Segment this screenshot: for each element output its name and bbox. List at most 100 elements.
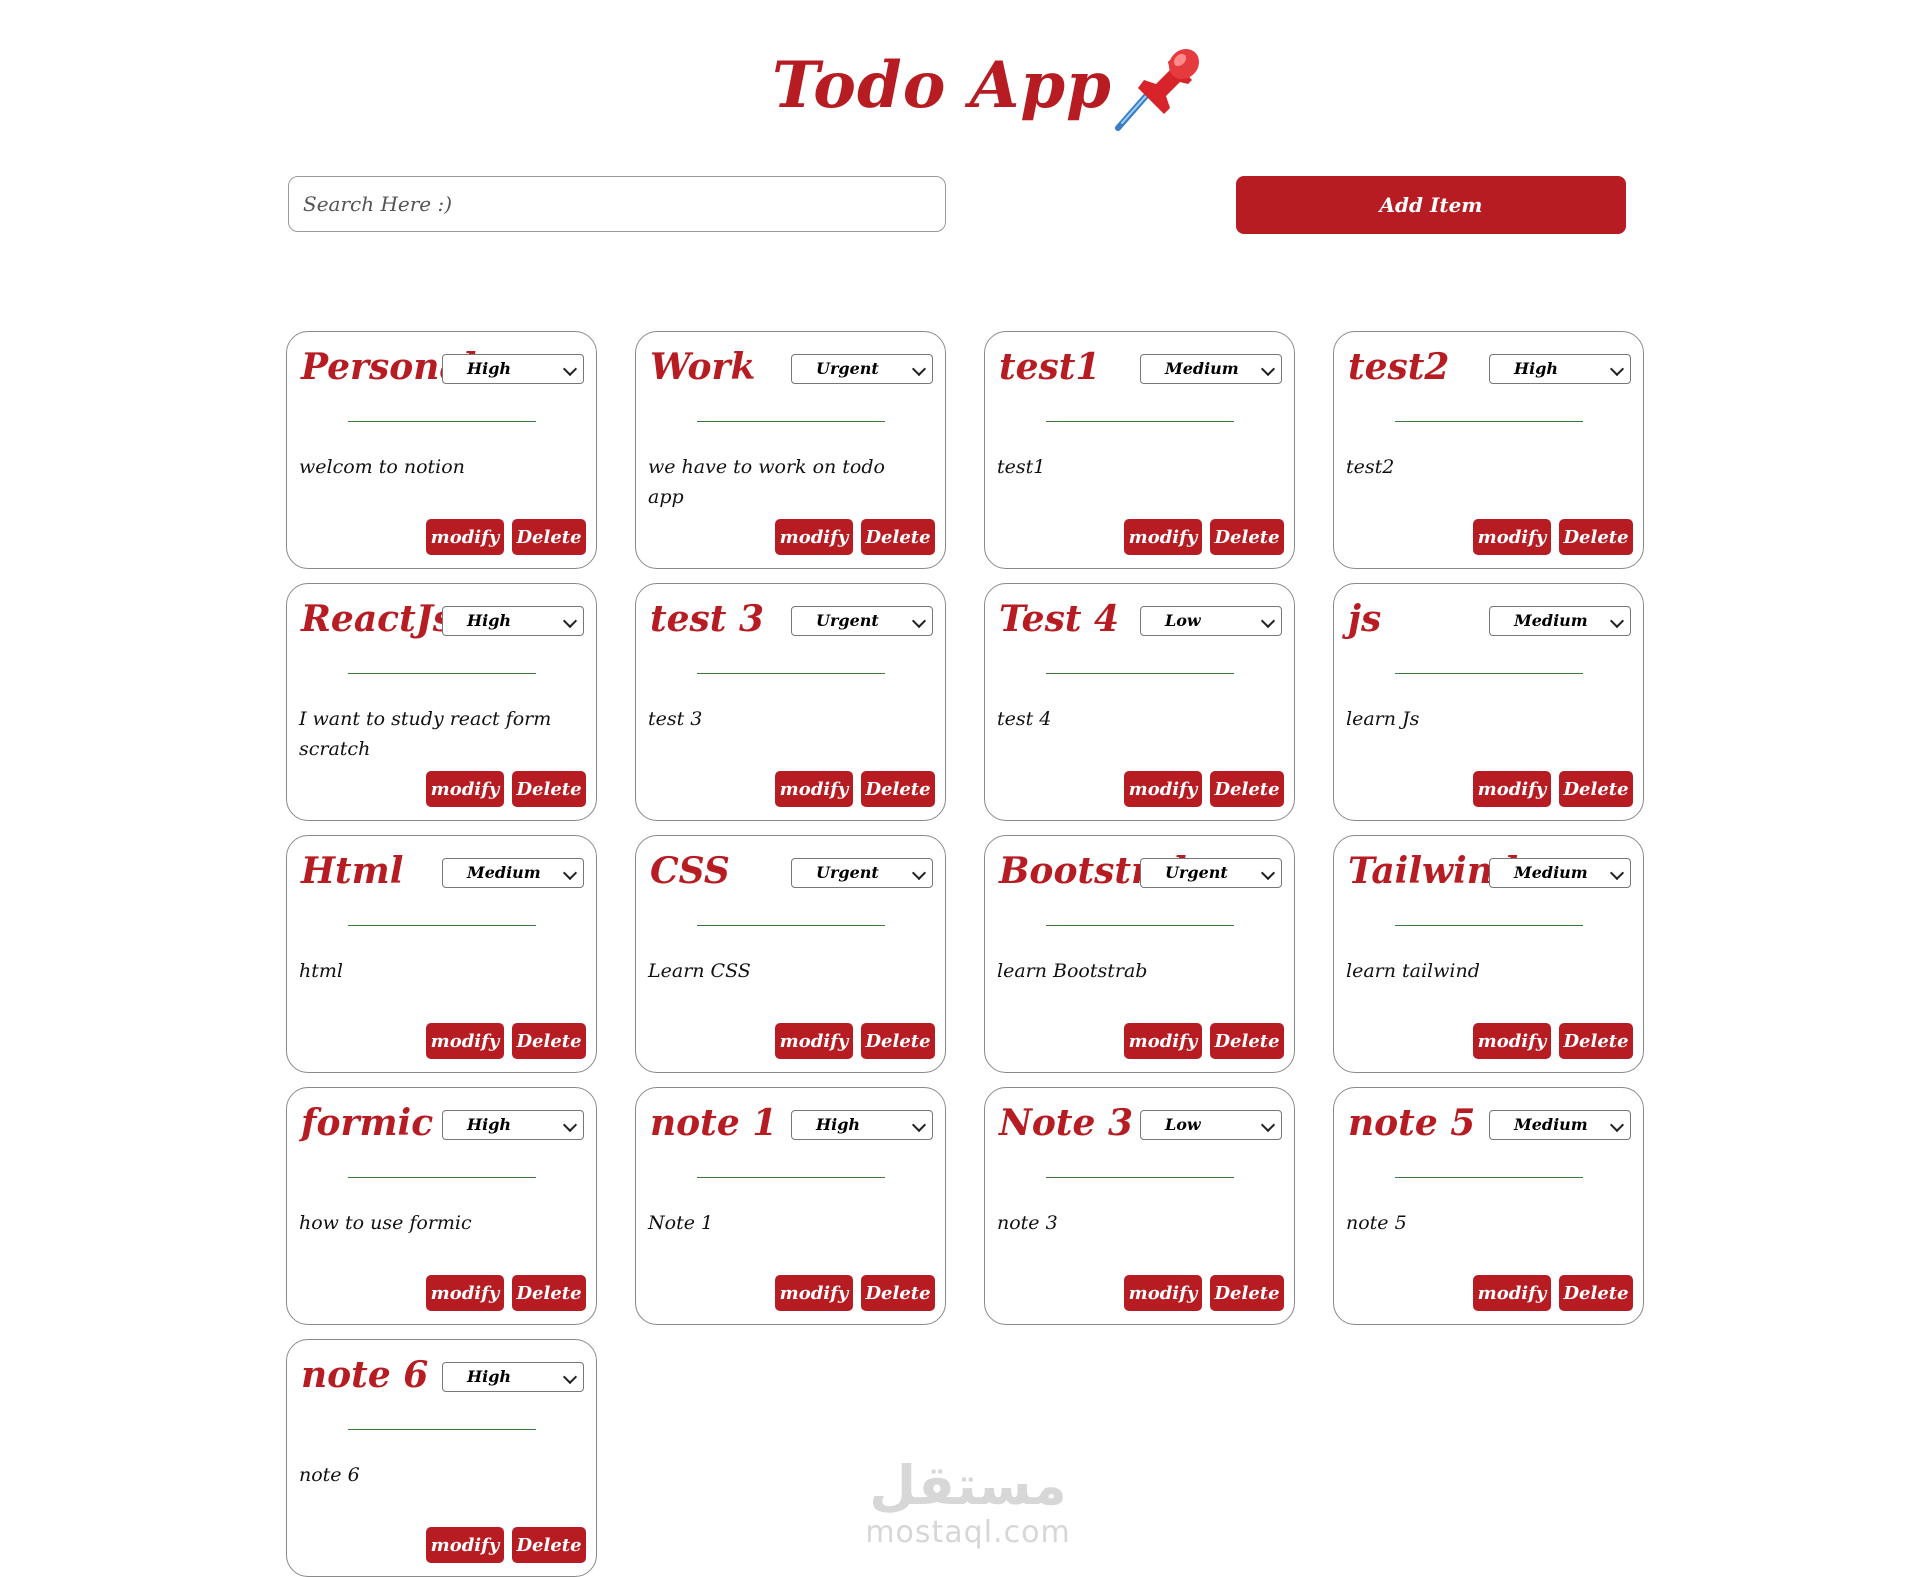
delete-button[interactable]: Delete: [1210, 1275, 1284, 1311]
app-header: Todo App: [0, 38, 1920, 148]
chevron-down-icon: [1260, 613, 1276, 629]
modify-button[interactable]: modify: [775, 771, 853, 807]
todo-grid: Personal High welcom to notion modify Delete…: [286, 331, 1646, 1577]
priority-select[interactable]: High: [442, 606, 584, 636]
todo-description: test1: [997, 456, 1046, 478]
delete-button[interactable]: Delete: [1559, 771, 1633, 807]
delete-button[interactable]: Delete: [1559, 519, 1633, 555]
modify-button[interactable]: modify: [1124, 1275, 1202, 1311]
priority-select[interactable]: Low: [1140, 606, 1282, 636]
modify-button[interactable]: modify: [775, 519, 853, 555]
chevron-down-icon: [1260, 865, 1276, 881]
priority-select[interactable]: High: [442, 1362, 584, 1392]
delete-button[interactable]: Delete: [861, 519, 935, 555]
chevron-down-icon: [562, 1369, 578, 1385]
todo-title: test2: [1348, 346, 1450, 388]
modify-button[interactable]: modify: [426, 1275, 504, 1311]
divider: [348, 421, 536, 422]
priority-value: Urgent: [816, 611, 879, 630]
delete-button[interactable]: Delete: [861, 1275, 935, 1311]
todo-description: test 3: [648, 708, 703, 730]
divider: [348, 1429, 536, 1430]
todo-card: ReactJs High I want to study react form sc…: [286, 583, 597, 821]
priority-select[interactable]: High: [791, 1110, 933, 1140]
priority-select[interactable]: Medium: [1489, 606, 1631, 636]
modify-button[interactable]: modify: [775, 1023, 853, 1059]
todo-title: ReactJs: [301, 598, 453, 640]
todo-title: Html: [301, 850, 404, 892]
modify-button[interactable]: modify: [775, 1275, 853, 1311]
delete-button[interactable]: Delete: [1210, 771, 1284, 807]
priority-select[interactable]: Medium: [1140, 354, 1282, 384]
modify-button[interactable]: modify: [1473, 1275, 1551, 1311]
priority-select[interactable]: Medium: [1489, 858, 1631, 888]
divider: [1046, 1177, 1234, 1178]
divider: [348, 673, 536, 674]
page-title: Todo App: [772, 48, 1112, 123]
todo-description: test 4: [997, 708, 1052, 730]
modify-button[interactable]: modify: [1473, 1023, 1551, 1059]
delete-button[interactable]: Delete: [512, 519, 586, 555]
chevron-down-icon: [911, 361, 927, 377]
priority-select[interactable]: Urgent: [791, 354, 933, 384]
delete-button[interactable]: Delete: [512, 1023, 586, 1059]
todo-description: html: [299, 960, 343, 982]
delete-button[interactable]: Delete: [512, 1527, 586, 1563]
add-item-button[interactable]: Add Item: [1236, 176, 1626, 234]
delete-button[interactable]: Delete: [1559, 1023, 1633, 1059]
priority-value: Medium: [467, 863, 541, 882]
todo-card: note 5 Medium note 5 modify Delete: [1333, 1087, 1644, 1325]
search-input[interactable]: [288, 176, 946, 232]
delete-button[interactable]: Delete: [512, 1275, 586, 1311]
todo-card: CSS Urgent Learn CSS modify Delete: [635, 835, 946, 1073]
divider: [697, 421, 885, 422]
modify-button[interactable]: modify: [1473, 771, 1551, 807]
todo-card: Html Medium html modify Delete: [286, 835, 597, 1073]
priority-select[interactable]: High: [1489, 354, 1631, 384]
modify-button[interactable]: modify: [1124, 519, 1202, 555]
modify-button[interactable]: modify: [1124, 771, 1202, 807]
todo-card: Note 3 Low note 3 modify Delete: [984, 1087, 1295, 1325]
todo-title: test1: [999, 346, 1101, 388]
todo-title: js: [1348, 598, 1382, 640]
priority-select[interactable]: Urgent: [791, 858, 933, 888]
priority-select[interactable]: Medium: [1489, 1110, 1631, 1140]
divider: [1046, 421, 1234, 422]
todo-description: Learn CSS: [648, 960, 751, 982]
todo-card: Test 4 Low test 4 modify Delete: [984, 583, 1295, 821]
delete-button[interactable]: Delete: [1559, 1275, 1633, 1311]
priority-select[interactable]: High: [442, 1110, 584, 1140]
modify-button[interactable]: modify: [426, 519, 504, 555]
priority-select[interactable]: High: [442, 354, 584, 384]
modify-button[interactable]: modify: [426, 1527, 504, 1563]
delete-button[interactable]: Delete: [1210, 519, 1284, 555]
todo-description: learn Js: [1346, 708, 1420, 730]
todo-title: Test 4: [999, 598, 1120, 640]
divider: [1395, 421, 1583, 422]
divider: [697, 1177, 885, 1178]
divider: [1395, 1177, 1583, 1178]
todo-description: I want to study react form scratch: [299, 708, 552, 760]
modify-button[interactable]: modify: [1473, 519, 1551, 555]
chevron-down-icon: [1609, 613, 1625, 629]
delete-button[interactable]: Delete: [512, 771, 586, 807]
priority-select[interactable]: Medium: [442, 858, 584, 888]
todo-card: test 3 Urgent test 3 modify Delete: [635, 583, 946, 821]
todo-card: Bootstrab Urgent learn Bootstrab modify Dele…: [984, 835, 1295, 1073]
priority-select[interactable]: Urgent: [1140, 858, 1282, 888]
modify-button[interactable]: modify: [426, 771, 504, 807]
todo-card: formic High how to use formic modify Delete: [286, 1087, 597, 1325]
priority-value: High: [467, 1115, 512, 1134]
modify-button[interactable]: modify: [426, 1023, 504, 1059]
priority-select[interactable]: Urgent: [791, 606, 933, 636]
delete-button[interactable]: Delete: [861, 1023, 935, 1059]
delete-button[interactable]: Delete: [861, 771, 935, 807]
chevron-down-icon: [562, 361, 578, 377]
todo-description: welcom to notion: [299, 456, 465, 478]
priority-select[interactable]: Low: [1140, 1110, 1282, 1140]
delete-button[interactable]: Delete: [1210, 1023, 1284, 1059]
todo-card: note 6 High note 6 modify Delete: [286, 1339, 597, 1577]
priority-value: Medium: [1514, 863, 1588, 882]
watermark-logo: مستقل mostaql.com: [848, 1456, 1088, 1556]
modify-button[interactable]: modify: [1124, 1023, 1202, 1059]
